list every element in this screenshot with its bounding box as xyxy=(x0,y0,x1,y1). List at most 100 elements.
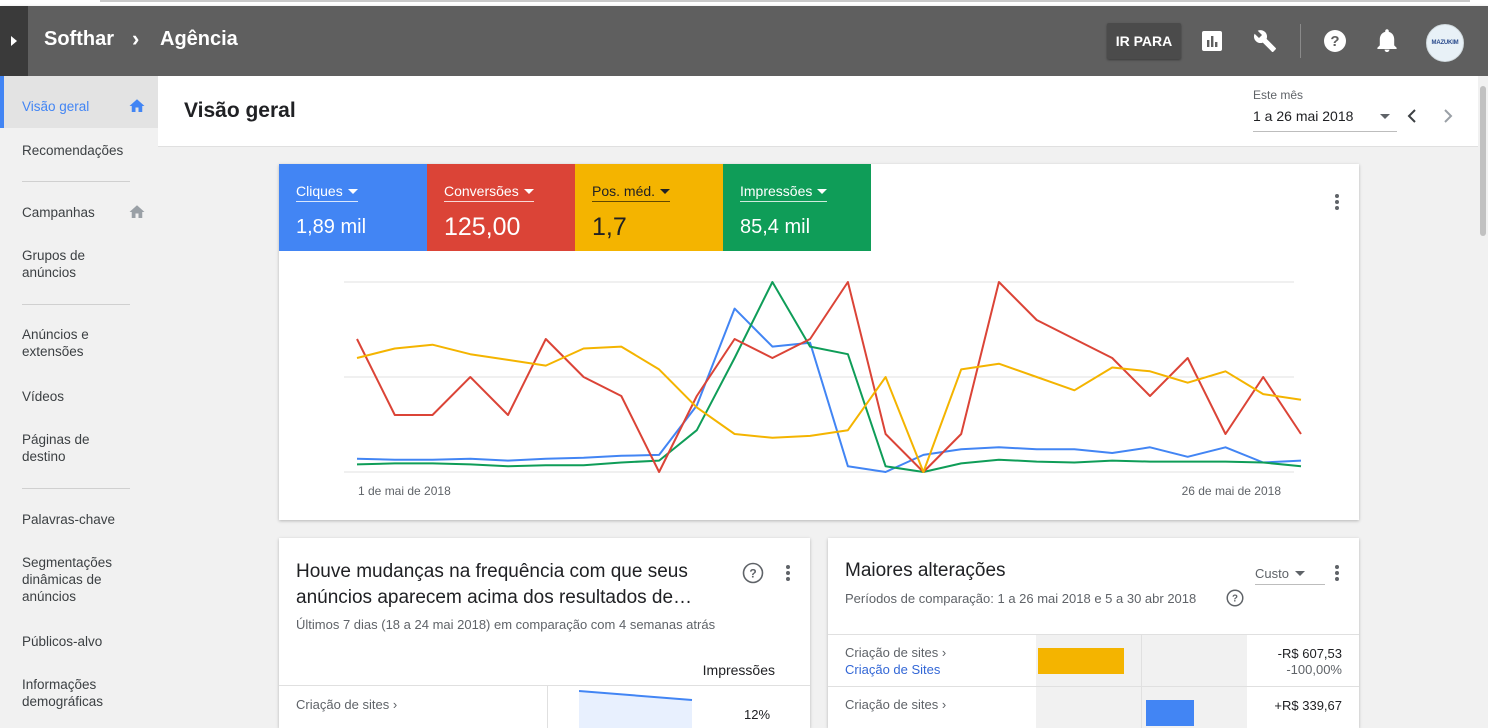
row-campaign-link[interactable]: Criação de sites › xyxy=(845,697,946,713)
header-divider xyxy=(1300,24,1301,58)
svg-text:?: ? xyxy=(749,567,756,581)
expand-arrow-icon xyxy=(11,36,17,46)
metric-tile-avg-position[interactable]: Pos. méd. 1,7 xyxy=(575,164,723,251)
breadcrumb-subaccount[interactable]: Agência xyxy=(160,28,238,51)
more-options-icon[interactable] xyxy=(778,563,798,583)
metric-label: Pos. méd. xyxy=(592,183,656,199)
help-circle-icon[interactable]: ? xyxy=(742,562,764,584)
sidebar-item-label: Informações demográficas xyxy=(22,677,104,709)
row-change-value: -R$ 607,53 xyxy=(1277,646,1342,661)
card-title: Maiores alterações xyxy=(845,560,1006,581)
x-axis-start-label: 1 de mai de 2018 xyxy=(358,484,451,498)
date-range-selector[interactable]: 1 a 26 mai 2018 xyxy=(1253,108,1353,124)
sidebar-item-label: Segmentações dinâmicas de anúncios xyxy=(22,555,113,604)
dropdown-caret-icon[interactable] xyxy=(1380,114,1390,119)
metric-value: 85,4 mil xyxy=(740,216,811,238)
line-chart xyxy=(344,281,1302,473)
sidebar-item-keywords[interactable]: Palavras-chave xyxy=(0,509,158,529)
more-options-icon[interactable] xyxy=(1327,192,1347,212)
sidebar-item-label: Grupos de anúncios xyxy=(22,248,86,280)
card-title: Houve mudanças na frequência com que seu… xyxy=(296,561,693,608)
metric-selector-impressions[interactable]: Impressões xyxy=(740,183,828,202)
card-subtitle: Períodos de comparação: 1 a 26 mai 2018 … xyxy=(845,591,1197,606)
date-range-underline xyxy=(1253,131,1397,132)
metric-tile-clicks[interactable]: Cliques 1,89 mil xyxy=(279,164,427,251)
sidebar-item-demographics[interactable]: Informações demográficas xyxy=(0,675,158,711)
home-icon xyxy=(129,205,145,218)
select-underline xyxy=(1255,584,1325,585)
top-header: Softhar › Agência IR PARA ? MAZUKIM xyxy=(0,6,1488,76)
table-divider xyxy=(279,685,810,686)
svg-text:?: ? xyxy=(1232,594,1238,605)
svg-text:?: ? xyxy=(1330,33,1339,50)
metric-label: Impressões xyxy=(740,183,813,199)
metric-select[interactable]: Custo xyxy=(1255,566,1305,581)
notifications-bell-icon[interactable] xyxy=(1374,28,1400,54)
next-period-icon[interactable] xyxy=(1438,106,1458,126)
column-divider xyxy=(547,685,548,728)
home-icon xyxy=(129,99,145,112)
biggest-changes-card: Maiores alterações Custo Períodos de com… xyxy=(828,538,1359,728)
go-to-button[interactable]: IR PARA xyxy=(1107,23,1181,59)
tools-wrench-icon[interactable] xyxy=(1252,28,1278,54)
date-range-label: Este mês xyxy=(1253,88,1304,102)
sidebar-item-ad-groups[interactable]: Grupos de anúncios xyxy=(0,246,158,282)
sidebar-item-landing-pages[interactable]: Páginas de destino xyxy=(0,430,158,466)
dropdown-caret-icon xyxy=(347,189,358,194)
sidebar-divider xyxy=(22,488,130,489)
scrollbar-thumb[interactable] xyxy=(1480,86,1486,236)
sidebar-item-overview[interactable]: Visão geral xyxy=(0,76,158,128)
frequency-change-card: Houve mudanças na frequência com que seu… xyxy=(279,538,810,728)
column-header-impressions: Impressões xyxy=(702,662,775,678)
help-circle-icon[interactable]: ? xyxy=(1226,589,1244,607)
row-campaign-link[interactable]: Criação de sites › xyxy=(845,645,946,661)
sidebar-divider xyxy=(22,181,130,182)
metric-tile-conversions[interactable]: Conversões 125,00 xyxy=(427,164,575,251)
more-options-icon[interactable] xyxy=(1327,563,1347,583)
sidebar-item-label: Recomendações xyxy=(22,143,124,158)
help-icon[interactable]: ? xyxy=(1322,28,1348,54)
metric-selector-clicks[interactable]: Cliques xyxy=(296,183,358,202)
metric-value: 1,7 xyxy=(592,213,627,241)
sidebar-item-recommendations[interactable]: Recomendações xyxy=(0,140,158,160)
account-avatar[interactable]: MAZUKIM xyxy=(1426,24,1464,62)
metric-selector-conversions[interactable]: Conversões xyxy=(444,183,534,202)
page-title: Visão geral xyxy=(184,99,296,122)
metric-label: Cliques xyxy=(296,183,343,199)
previous-period-icon[interactable] xyxy=(1402,106,1422,126)
reports-icon[interactable] xyxy=(1199,28,1225,54)
metric-value: 125,00 xyxy=(444,213,521,241)
metric-selector-avg-position[interactable]: Pos. méd. xyxy=(592,183,671,202)
dropdown-caret-icon xyxy=(523,189,534,194)
row-change-percent: -100,00% xyxy=(1286,662,1342,677)
sidebar-item-dynamic-ad-targets[interactable]: Segmentações dinâmicas de anúncios xyxy=(0,553,158,607)
page-scrollbar[interactable] xyxy=(1478,76,1488,713)
performance-chart-card: Cliques 1,89 mil Conversões 125,00 Pos. … xyxy=(279,164,1359,520)
sidebar-item-campaigns[interactable]: Campanhas xyxy=(0,202,158,222)
card-subtitle: Últimos 7 dias (18 a 24 mai 2018) em com… xyxy=(296,617,716,632)
sidebar-item-ads-extensions[interactable]: Anúncios e extensões xyxy=(0,325,158,361)
sidebar-item-label: Palavras-chave xyxy=(22,512,116,527)
sidebar-item-label: Públicos-alvo xyxy=(22,634,103,649)
sidebar-nav: Visão geral Recomendações Campanhas Grup… xyxy=(0,76,158,713)
sidebar-divider xyxy=(22,304,130,305)
row-campaign-link[interactable]: Criação de sites › xyxy=(296,697,397,713)
breadcrumb-account[interactable]: Softhar xyxy=(44,28,114,51)
change-bar xyxy=(1038,648,1124,674)
sidebar-item-label: Visão geral xyxy=(22,99,90,114)
metric-tile-impressions[interactable]: Impressões 85,4 mil xyxy=(723,164,871,251)
sidebar-item-audiences[interactable]: Públicos-alvo xyxy=(0,631,158,651)
metric-select-value: Custo xyxy=(1255,566,1289,581)
expand-nav-toggle[interactable] xyxy=(0,6,28,76)
table-divider xyxy=(828,686,1359,687)
sidebar-item-videos[interactable]: Vídeos xyxy=(0,386,158,406)
sidebar-item-label: Anúncios e extensões xyxy=(22,327,89,359)
sidebar-item-label: Vídeos xyxy=(22,389,65,404)
sidebar-item-label: Campanhas xyxy=(22,205,95,220)
breadcrumb-chevron-icon: › xyxy=(132,26,140,51)
row-adgroup-link[interactable]: Criação de Sites xyxy=(845,662,940,678)
metric-value: 1,89 mil xyxy=(296,216,367,238)
row-change-value: +R$ 339,67 xyxy=(1274,698,1342,713)
metric-label: Conversões xyxy=(444,183,519,199)
dropdown-caret-icon xyxy=(817,189,828,194)
